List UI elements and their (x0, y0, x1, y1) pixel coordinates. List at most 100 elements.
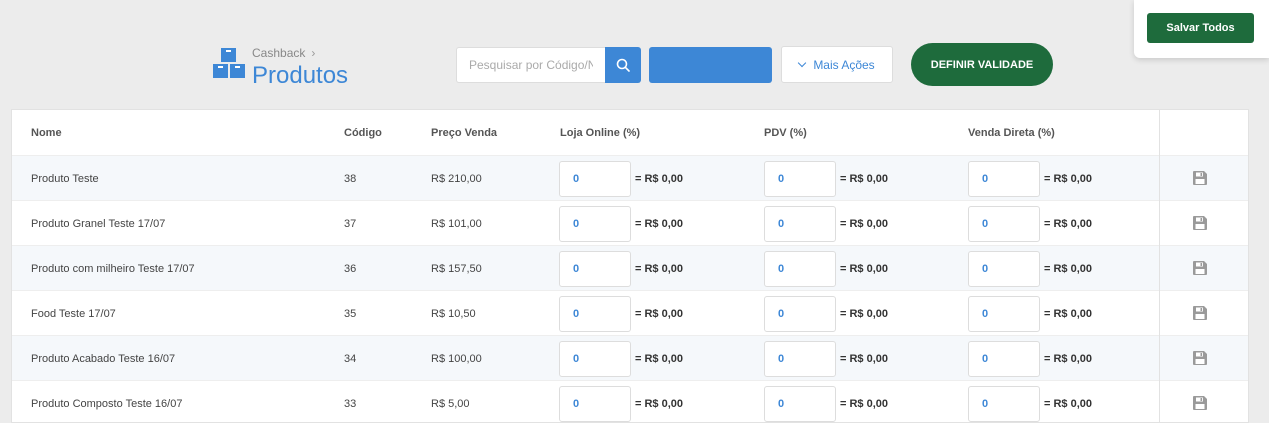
online-percent-input[interactable] (559, 250, 631, 287)
online-cashback: = R$ 0,00 (559, 156, 683, 201)
online-cashback: = R$ 0,00 (559, 291, 683, 336)
direct-cashback: = R$ 0,00 (968, 291, 1092, 336)
online-percent-input[interactable] (559, 205, 631, 242)
online-cashback: = R$ 0,00 (559, 201, 683, 246)
product-name: Food Teste 17/07 (31, 307, 116, 320)
product-price: R$ 10,50 (431, 307, 476, 320)
online-cashback: = R$ 0,00 (559, 246, 683, 291)
online-amount: = R$ 0,00 (635, 217, 684, 230)
more-actions-button[interactable]: Mais Ações (781, 46, 893, 83)
product-code: 33 (344, 397, 357, 410)
direct-amount: = R$ 0,00 (1044, 262, 1093, 275)
online-percent-input[interactable] (559, 340, 631, 377)
direct-percent-input[interactable] (968, 205, 1040, 242)
product-name: Produto Teste (31, 172, 99, 185)
pdv-percent-input[interactable] (764, 340, 836, 377)
pdv-percent-input[interactable] (764, 385, 836, 422)
pdv-percent-input[interactable] (764, 250, 836, 287)
pdv-amount: = R$ 0,00 (840, 262, 889, 275)
column-header-online[interactable]: Loja Online (%) (560, 127, 640, 139)
product-code: 34 (344, 352, 357, 365)
save-icon[interactable] (1192, 215, 1208, 231)
column-header-code[interactable]: Código (344, 127, 382, 139)
pdv-amount: = R$ 0,00 (840, 352, 889, 365)
product-name: Produto com milheiro Teste 17/07 (31, 262, 195, 275)
search-input[interactable] (456, 47, 605, 83)
product-price: R$ 210,00 (431, 172, 482, 185)
table-row: Produto Teste 38 R$ 210,00 = R$ 0,00 = R… (12, 155, 1248, 201)
direct-cashback: = R$ 0,00 (968, 246, 1092, 291)
direct-percent-input[interactable] (968, 295, 1040, 332)
table-row: Produto com milheiro Teste 17/07 36 R$ 1… (12, 245, 1248, 291)
pdv-amount: = R$ 0,00 (840, 217, 889, 230)
save-icon[interactable] (1192, 305, 1208, 321)
column-divider (1159, 110, 1160, 422)
table-row: Food Teste 17/07 35 R$ 10,50 = R$ 0,00 =… (12, 290, 1248, 336)
direct-percent-input[interactable] (968, 385, 1040, 422)
table-row: Produto Granel Teste 17/07 37 R$ 101,00 … (12, 200, 1248, 246)
product-price: R$ 5,00 (431, 397, 470, 410)
online-percent-input[interactable] (559, 385, 631, 422)
pdv-cashback: = R$ 0,00 (764, 381, 888, 422)
column-header-price[interactable]: Preço Venda (431, 127, 497, 139)
direct-cashback: = R$ 0,00 (968, 381, 1093, 422)
pdv-cashback: = R$ 0,00 (764, 201, 888, 246)
online-amount: = R$ 0,00 (635, 352, 684, 365)
product-code: 38 (344, 172, 357, 185)
products-table: Nome Código Preço Venda Loja Online (%) … (11, 109, 1249, 423)
save-icon[interactable] (1192, 395, 1208, 411)
online-percent-input[interactable] (559, 160, 631, 197)
direct-percent-input[interactable] (968, 340, 1040, 377)
table-row: Produto Composto Teste 16/07 33 R$ 5,00 … (12, 380, 1248, 422)
save-icon[interactable] (1192, 260, 1208, 276)
pdv-cashback: = R$ 0,00 (764, 156, 888, 201)
search-icon (616, 58, 630, 72)
column-header-name[interactable]: Nome (31, 127, 62, 139)
more-actions-label: Mais Ações (813, 57, 875, 72)
online-amount: = R$ 0,00 (635, 397, 684, 410)
online-amount: = R$ 0,00 (635, 172, 684, 185)
search-box (456, 47, 641, 83)
table-header: Nome Código Preço Venda Loja Online (%) … (12, 110, 1248, 155)
search-button[interactable] (605, 47, 641, 83)
product-name: Produto Acabado Teste 16/07 (31, 352, 176, 365)
product-code: 36 (344, 262, 357, 275)
save-icon[interactable] (1192, 350, 1208, 366)
pdv-percent-input[interactable] (764, 160, 836, 197)
column-header-pdv[interactable]: PDV (%) (764, 127, 807, 139)
pdv-amount: = R$ 0,00 (840, 307, 889, 320)
direct-percent-input[interactable] (968, 160, 1040, 197)
pdv-cashback: = R$ 0,00 (764, 336, 888, 381)
table-row: Produto Acabado Teste 16/07 34 R$ 100,00… (12, 335, 1248, 381)
product-code: 37 (344, 217, 357, 230)
online-amount: = R$ 0,00 (635, 307, 684, 320)
product-price: R$ 101,00 (431, 217, 482, 230)
save-icon[interactable] (1192, 170, 1208, 186)
pdv-percent-input[interactable] (764, 205, 836, 242)
direct-amount: = R$ 0,00 (1044, 397, 1093, 410)
pdv-percent-input[interactable] (764, 295, 836, 332)
column-header-direct[interactable]: Venda Direta (%) (968, 127, 1055, 139)
chevron-down-icon (798, 58, 807, 68)
pdv-cashback: = R$ 0,00 (764, 246, 888, 291)
online-cashback: = R$ 0,00 (559, 336, 683, 381)
chevron-right-icon: › (311, 46, 316, 60)
pdv-cashback: = R$ 0,00 (764, 291, 888, 336)
direct-cashback: = R$ 0,00 (968, 201, 1092, 246)
direct-cashback: = R$ 0,00 (968, 336, 1092, 381)
define-validity-button[interactable]: DEFINIR VALIDADE (911, 43, 1053, 86)
direct-percent-input[interactable] (968, 250, 1040, 287)
save-all-button[interactable]: Salvar Todos (1147, 13, 1254, 43)
primary-action-button[interactable] (649, 47, 772, 83)
direct-cashback: = R$ 0,00 (968, 156, 1092, 201)
online-cashback: = R$ 0,00 (559, 381, 684, 422)
online-percent-input[interactable] (559, 295, 631, 332)
online-amount: = R$ 0,00 (635, 262, 684, 275)
page-title: Produtos (252, 62, 349, 89)
product-price: R$ 157,50 (431, 262, 482, 275)
breadcrumb: Cashback › (252, 46, 315, 60)
breadcrumb-item-cashback[interactable]: Cashback (252, 46, 305, 60)
save-all-panel: Salvar Todos (1134, 0, 1269, 58)
product-name: Produto Granel Teste 17/07 (31, 217, 166, 230)
product-code: 35 (344, 307, 357, 320)
